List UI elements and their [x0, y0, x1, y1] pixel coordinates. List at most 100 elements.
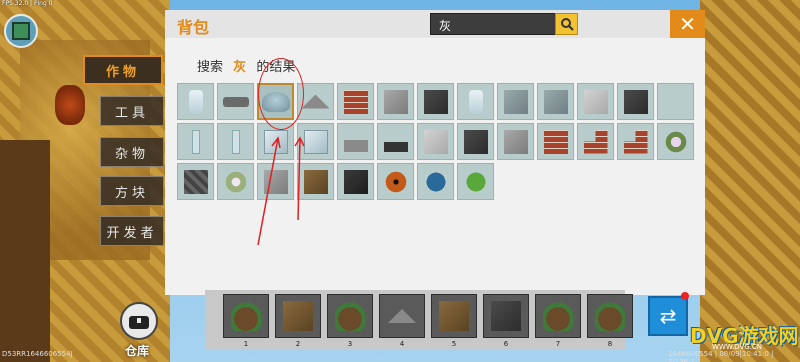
notification-dot: [681, 292, 689, 300]
brickstairs-icon: [583, 129, 608, 154]
fps-readout: FPS 32.0 | Ping 0: [2, 0, 53, 7]
plant-icon: [663, 129, 688, 154]
item-slot[interactable]: [297, 83, 334, 120]
item-slot[interactable]: [417, 83, 454, 120]
hotbar: 1 2 3 4 5 6 7 8: [205, 290, 633, 350]
pane-icon: [231, 129, 240, 154]
dark-icon: [623, 89, 648, 114]
hotbar-slot-number: 4: [399, 340, 405, 348]
jar-icon: [188, 89, 203, 114]
item-slot[interactable]: [177, 83, 214, 120]
footer-status: 1646606554 | 08/09|10:41:0 | 7|136:1: [668, 350, 774, 362]
annotation-arrows: [257, 136, 305, 246]
item-slot[interactable]: [457, 83, 494, 120]
pane-icon: [191, 129, 200, 154]
hotbar-slot[interactable]: [275, 294, 321, 338]
hotbar-slot[interactable]: [379, 294, 425, 338]
item-slot[interactable]: [337, 83, 374, 120]
light-icon: [583, 89, 608, 114]
tab-blocks[interactable]: 方块: [100, 176, 164, 206]
item-slot[interactable]: [657, 83, 694, 120]
search-result-label: 搜索 灰 的结果: [197, 60, 296, 75]
brick-icon: [343, 89, 368, 114]
hotbar-slot-number: 1: [243, 340, 249, 348]
item-slot[interactable]: [497, 123, 534, 160]
hotbar-slot-number: 7: [555, 340, 561, 348]
item-slot[interactable]: [617, 83, 654, 120]
item-slot[interactable]: [217, 83, 254, 120]
item-slot[interactable]: [577, 123, 614, 160]
swap-icon: ⇄: [659, 304, 677, 328]
brick-icon: [543, 129, 568, 154]
backpack-panel: 背包 灰 ✕ 搜索 灰 的结果: [165, 10, 705, 295]
item-slot[interactable]: [417, 123, 454, 160]
light-icon: [423, 129, 448, 154]
search-keyword: 灰: [233, 60, 247, 75]
item-slot[interactable]: [337, 123, 374, 160]
dirt-icon: [283, 301, 313, 331]
melon-icon: [463, 169, 488, 194]
grey-icon: [503, 129, 528, 154]
item-slot[interactable]: [217, 163, 254, 200]
item-slot[interactable]: [217, 123, 254, 160]
storage-button[interactable]: [120, 302, 158, 340]
dark-icon: [491, 301, 521, 331]
player-avatar[interactable]: [4, 14, 38, 48]
item-slot[interactable]: [377, 123, 414, 160]
item-slot[interactable]: [177, 163, 214, 200]
slab-icon: [343, 139, 368, 152]
search-button[interactable]: [555, 13, 578, 35]
item-slot[interactable]: [657, 123, 694, 160]
bag-icon: [231, 301, 261, 331]
chest-icon: [129, 316, 149, 329]
hotbar-slot-number: 3: [347, 340, 353, 348]
item-slot[interactable]: [377, 83, 414, 120]
obsid-icon: [343, 169, 368, 194]
brickstairs-icon: [623, 129, 648, 154]
hotbar-slot[interactable]: [483, 294, 529, 338]
item-slot[interactable]: [537, 83, 574, 120]
item-slot[interactable]: [177, 123, 214, 160]
tab-crops[interactable]: 作物: [83, 55, 163, 85]
hotbar-slot-number: 6: [503, 340, 509, 348]
dirt-icon: [439, 301, 469, 331]
bag-icon: [595, 301, 625, 331]
beetle-icon: [423, 169, 448, 194]
pile-icon: [301, 94, 330, 109]
item-slot[interactable]: [337, 163, 374, 200]
hotbar-slot[interactable]: [431, 294, 477, 338]
watermark-url: WWW.DVG.CN: [712, 343, 763, 351]
tab-developer[interactable]: 开发者: [100, 216, 164, 246]
dark-icon: [423, 89, 448, 114]
swap-button[interactable]: ⇄: [648, 296, 688, 336]
tab-tools[interactable]: 工具: [100, 96, 164, 126]
item-slot[interactable]: [257, 83, 294, 120]
mushroom-icon: [261, 91, 290, 112]
dark-icon: [463, 129, 488, 154]
jar-icon: [468, 89, 483, 114]
bag-icon: [335, 301, 365, 331]
footer-id: D53RR1646606554J: [2, 350, 73, 358]
hotbar-slot[interactable]: [535, 294, 581, 338]
grey-icon: [383, 89, 408, 114]
tab-misc[interactable]: 杂物: [100, 137, 164, 167]
pile-icon: [388, 309, 416, 323]
hotbar-slot[interactable]: [587, 294, 633, 338]
flower-icon: [223, 169, 248, 194]
item-slot[interactable]: [577, 83, 614, 120]
item-slot[interactable]: [497, 83, 534, 120]
item-slot[interactable]: [377, 163, 414, 200]
item-slot[interactable]: [457, 163, 494, 200]
close-button[interactable]: ✕: [670, 10, 705, 38]
cobble-icon: [183, 169, 208, 194]
hotbar-slot-number: 2: [295, 340, 301, 348]
hotbar-slot[interactable]: [327, 294, 373, 338]
hotbar-slot-number: 8: [607, 340, 613, 348]
item-slot[interactable]: [537, 123, 574, 160]
item-slot[interactable]: [457, 123, 494, 160]
item-slot[interactable]: [617, 123, 654, 160]
ladybug-icon: [383, 169, 408, 194]
item-slot[interactable]: [417, 163, 454, 200]
panel-title: 背包: [177, 18, 210, 37]
hotbar-slot[interactable]: [223, 294, 269, 338]
